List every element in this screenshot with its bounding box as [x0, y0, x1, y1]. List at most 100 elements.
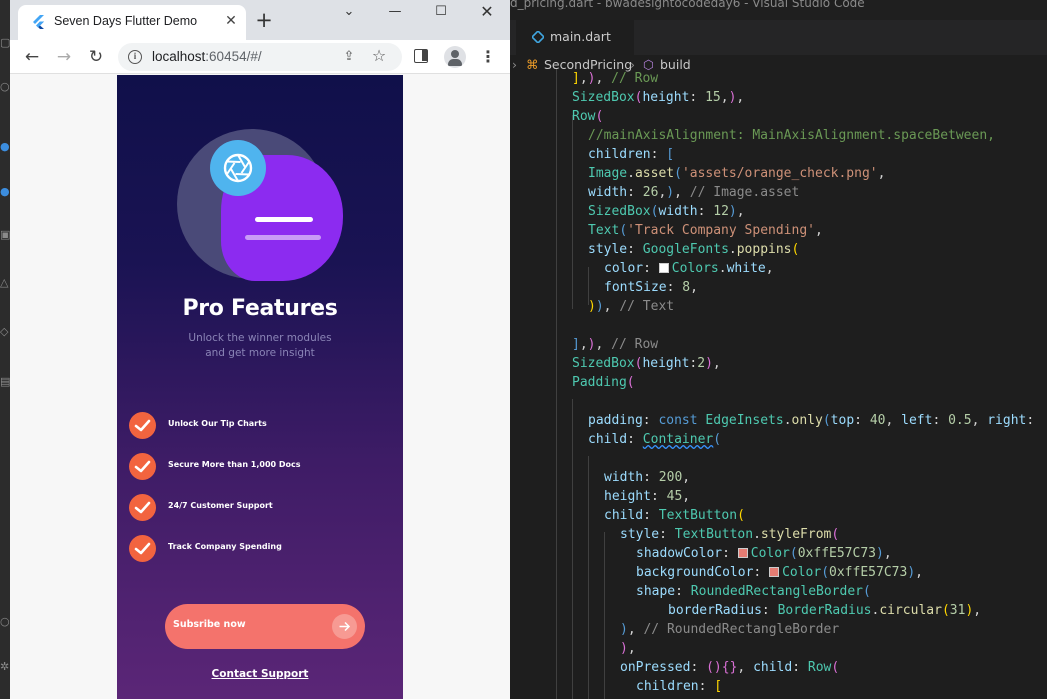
flutter-favicon-icon — [33, 15, 44, 29]
indent-guide — [588, 456, 589, 699]
code-line: //mainAxisAlignment: MainAxisAlignment.s… — [588, 128, 995, 143]
testing-icon[interactable]: △ — [0, 276, 10, 290]
code-line: onPressed: (){}, child: Row( — [620, 660, 840, 675]
site-info-icon[interactable]: i — [128, 50, 142, 64]
code-line: child: TextButton( — [604, 508, 745, 523]
code-line: width: 26,), // Image.asset — [588, 185, 800, 200]
tab-strip: Seven Days Flutter Demo ✕ + ⌄ — ☐ ✕ — [10, 0, 510, 40]
hero-illustration — [177, 129, 343, 281]
account-icon[interactable]: ○ — [0, 615, 10, 629]
page-title: Pro Features — [182, 296, 338, 321]
code-line: SizedBox(width: 12), — [588, 204, 745, 219]
code-line: backgroundColor: Color(0xffE57C73), — [636, 565, 923, 580]
vscode-editor: d_pricing.dart - bwadesigntocodeday6 - V… — [510, 0, 1047, 699]
code-line: )), // Text — [588, 299, 675, 314]
indent-guide — [556, 69, 557, 699]
code-line: SizedBox(height: 15,), — [572, 90, 745, 105]
url-host: localhost — [152, 49, 206, 64]
color-swatch[interactable] — [658, 263, 669, 273]
vscode-activity-bar-edge: ▢ ○ ● ● ▣ △ ◇ ▤ ○ ✲ — [0, 0, 10, 699]
minimize-button[interactable]: — — [380, 2, 410, 22]
indent-guide — [604, 532, 605, 699]
code-line: child: Container( — [588, 432, 722, 447]
url-path: :60454/#/ — [205, 49, 262, 64]
indent-guide — [572, 115, 573, 309]
editor-tabs: main.dart — [510, 20, 1047, 55]
code-line: width: 200, — [604, 470, 691, 485]
page-subtitle: Unlock the winner modules and get more i… — [177, 331, 343, 361]
code-line: borderRadius: BorderRadius.circular(31), — [668, 603, 982, 618]
remote-explorer-icon[interactable]: ◇ — [0, 325, 10, 339]
code-line: height: 45, — [604, 489, 691, 504]
dart-file-icon — [532, 31, 544, 43]
desktop: ▢ ○ ● ● ▣ △ ◇ ▤ ○ ✲ Seven Days Flutter D… — [0, 0, 1047, 699]
code-line: fontSize: 8, — [604, 280, 698, 295]
feature-label: Secure More than 1,000 Docs — [168, 460, 301, 469]
check-icon — [129, 494, 156, 521]
browser-tab[interactable]: Seven Days Flutter Demo ✕ — [18, 5, 246, 40]
code-line: Row( — [572, 109, 604, 124]
code-line: shadowColor: Color(0xffE57C73), — [636, 546, 892, 561]
feature-label: Track Company Spending — [168, 542, 282, 551]
code-line: ), // RoundedRectangleBorder — [620, 622, 840, 637]
hero-line — [255, 217, 313, 222]
code-line: style: GoogleFonts.poppins( — [588, 242, 800, 257]
tab-close-icon[interactable]: ✕ — [222, 12, 240, 30]
extensions-icon[interactable]: ▣ — [0, 228, 10, 242]
chrome-window: Seven Days Flutter Demo ✕ + ⌄ — ☐ ✕ ← → … — [10, 0, 510, 699]
code-line: style: TextButton.styleFrom( — [620, 527, 840, 542]
subscribe-button[interactable]: Subsribe now — [165, 604, 365, 649]
window-title: d_pricing.dart - bwadesigntocodeday6 - V… — [510, 0, 865, 10]
explorer-icon[interactable]: ▢ — [0, 36, 10, 50]
maximize-button[interactable]: ☐ — [426, 2, 456, 22]
share-icon[interactable]: ⇪ — [340, 48, 358, 66]
back-button[interactable]: ← — [21, 46, 43, 68]
chrome-menu-icon[interactable]: ⋮ — [480, 46, 496, 68]
docker-icon[interactable]: ▤ — [0, 375, 10, 389]
window-close-button[interactable]: ✕ — [472, 2, 502, 22]
code-area[interactable]: ],), // Row SizedBox(height: 15,), Row( … — [510, 69, 1047, 699]
color-swatch[interactable] — [737, 548, 748, 558]
forward-button[interactable]: → — [53, 46, 75, 68]
code-line: children: [ — [588, 147, 675, 162]
subtitle-line: and get more insight — [205, 347, 315, 359]
arrow-right-icon — [332, 614, 357, 639]
url-text[interactable]: localhost:60454/#/ — [152, 49, 262, 64]
contact-support-link[interactable]: Contact Support — [117, 668, 403, 680]
feature-item: Unlock Our Tip Charts — [129, 412, 389, 440]
feature-label: Unlock Our Tip Charts — [168, 419, 267, 428]
editor-tab-label: main.dart — [550, 29, 611, 44]
search-icon[interactable]: ○ — [0, 80, 10, 94]
new-tab-button[interactable]: + — [253, 9, 275, 31]
flutter-app: Pro Features Unlock the winner modules a… — [117, 75, 403, 699]
reload-button[interactable]: ↻ — [85, 46, 107, 68]
subscribe-label: Subsribe now — [173, 619, 246, 630]
source-control-icon[interactable]: ● — [0, 140, 10, 154]
code-line: color: Colors.white, — [604, 261, 774, 276]
code-line: ],), // Row — [572, 71, 659, 86]
address-bar[interactable]: i localhost:60454/#/ ⇪ ☆ — [118, 43, 402, 71]
feature-item: Secure More than 1,000 Docs — [129, 453, 389, 481]
code-line: children: [ — [636, 679, 723, 694]
code-line: Image.asset('assets/orange_check.png', — [588, 166, 886, 181]
code-line: Text('Track Company Spending', — [588, 223, 823, 238]
manage-gear-icon[interactable]: ✲ — [0, 660, 10, 674]
hero-line — [245, 235, 321, 240]
run-debug-icon[interactable]: ● — [0, 185, 10, 199]
feature-item: Track Company Spending — [129, 535, 389, 563]
vscode-titlebar: d_pricing.dart - bwadesigntocodeday6 - V… — [510, 0, 1047, 20]
subtitle-line: Unlock the winner modules — [188, 332, 332, 344]
aperture-badge — [210, 140, 266, 196]
editor-tab-main-dart[interactable]: main.dart — [516, 20, 634, 55]
code-line: SizedBox(height:2), — [572, 356, 721, 371]
color-swatch[interactable] — [769, 567, 780, 577]
check-icon — [129, 412, 156, 439]
tab-search-icon[interactable]: ⌄ — [334, 2, 364, 22]
bookmark-star-icon[interactable]: ☆ — [370, 47, 388, 65]
code-line: ), — [620, 641, 636, 656]
side-panel-icon[interactable] — [414, 49, 428, 63]
profile-avatar-icon[interactable] — [444, 46, 466, 68]
